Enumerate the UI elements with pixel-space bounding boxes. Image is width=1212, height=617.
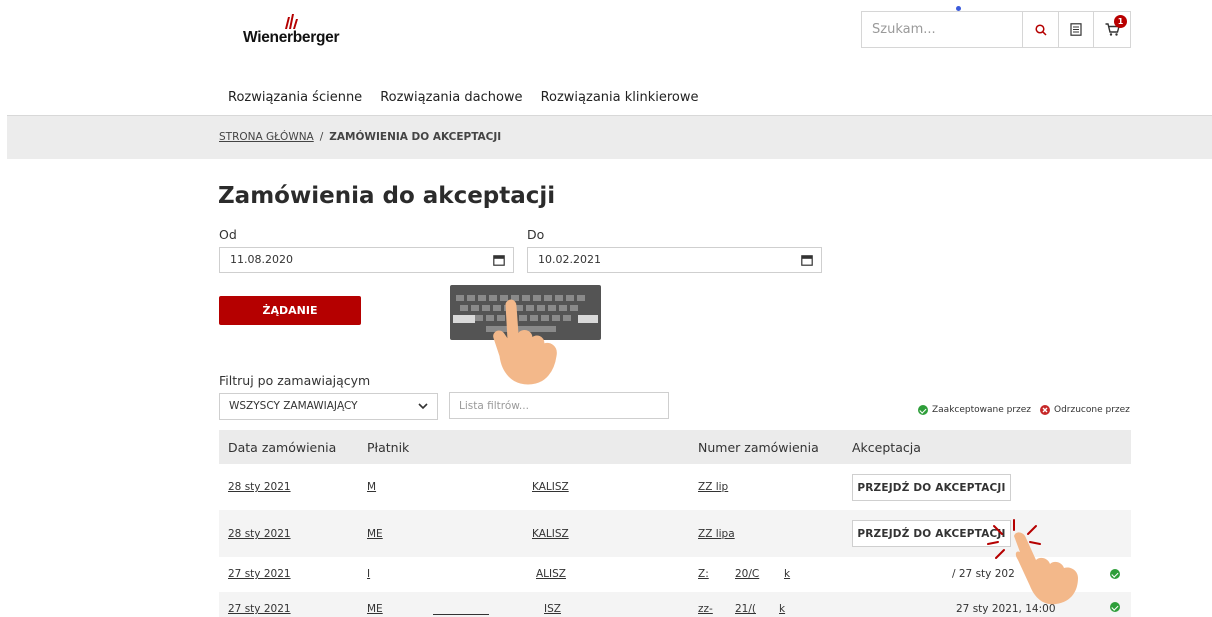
nav-item-clinker-solutions[interactable]: Rozwiązania klinkierowe [541,90,699,105]
table-row: 27 sty 2021 I ALISZ Z: 20/C k / 27 sty 2… [219,557,1131,592]
check-circle-icon [918,405,928,415]
orderer-filter-value: WSZYSCY ZAMAWIAJĄCY [229,400,358,412]
table-row: 27 sty 2021 ME ISZ zz- 21/( k 27 sty 202… [219,592,1131,617]
search-input[interactable] [862,12,1022,47]
payer-link-end[interactable]: KALISZ [532,528,569,540]
logo-text: Wienerberger [243,29,340,46]
order-date-link[interactable]: 28 sty 2021 [228,528,291,540]
order-number-link[interactable]: ZZ lip [698,481,728,493]
breadcrumb-current: ZAMÓWIENIA DO AKCEPTACJI [329,131,502,143]
order-list-button[interactable] [1059,12,1094,47]
payer-link[interactable]: ME [367,528,383,540]
x-circle-icon [1040,405,1050,415]
list-icon [1070,23,1082,36]
tap-hand-icon [1014,532,1078,605]
table-header: Data zamówienia Płatnik Numer zamówienia… [219,430,1131,464]
header-search: 1 [861,11,1131,48]
search-button[interactable] [1022,12,1059,47]
payer-link-end[interactable]: KALISZ [532,481,569,493]
legend-accepted-label: Zaakceptowane przez [932,405,1032,415]
calendar-icon[interactable] [801,254,813,266]
tap-hand-icon [493,299,557,385]
breadcrumb-home-link[interactable]: STRONA GŁÓWNA [219,131,314,143]
order-number-link[interactable]: 21/( [735,603,756,615]
order-number-link[interactable]: 20/C [735,568,759,580]
payer-link[interactable]: I [367,568,370,580]
to-date-value: 10.02.2021 [538,253,601,266]
from-date-field[interactable]: 11.08.2020 [219,247,514,273]
orderer-filter-select[interactable]: WSZYSCY ZAMAWIAJĄCY [219,393,438,420]
wienerberger-logo[interactable]: Wienerberger [243,12,353,48]
nav-item-roof-solutions[interactable]: Rozwiązania dachowe [380,90,522,105]
order-number-link[interactable]: k [784,568,790,580]
payer-link-end[interactable]: ALISZ [536,568,566,580]
calendar-icon[interactable] [493,254,505,266]
payer-link[interactable]: ME [367,603,383,615]
payer-link-end[interactable]: ISZ [544,603,561,615]
column-header-payer[interactable]: Płatnik [367,440,409,455]
chevron-down-icon [418,403,428,410]
order-date-link[interactable]: 27 sty 2021 [228,603,291,615]
filter-label: Filtruj po zamawiającym [219,373,371,388]
order-date-link[interactable]: 27 sty 2021 [228,568,291,580]
search-icon [1034,23,1047,36]
order-number-link[interactable]: zz- [698,603,713,615]
filter-list-input[interactable] [449,392,669,419]
acceptance-info: / 27 sty 202 [952,568,1015,580]
column-header-order-date[interactable]: Data zamówienia [228,440,336,455]
accepted-check-icon [1110,569,1120,579]
go-to-acceptance-button[interactable]: PRZEJDŹ DO AKCEPTACJI [852,474,1011,501]
to-date-field[interactable]: 10.02.2021 [527,247,822,273]
to-date-label: Do [527,227,545,242]
main-navigation: Rozwiązania ścienne Rozwiązania dachowe … [228,90,699,105]
breadcrumb-separator: / [319,131,324,143]
from-date-label: Od [219,227,237,242]
order-date-link[interactable]: 28 sty 2021 [228,481,291,493]
legend-rejected-label: Odrzucone przez [1054,405,1130,415]
order-number-link[interactable]: k [779,603,785,615]
legend-accepted: Zaakceptowane przez [918,405,1031,415]
breadcrumb-bar: STRONA GŁÓWNA / ZAMÓWIENIA DO AKCEPTACJI [7,115,1212,159]
accepted-check-icon [1110,602,1120,612]
column-header-order-number[interactable]: Numer zamówienia [698,440,819,455]
page-title: Zamówienia do akceptacji [218,183,556,209]
table-row: 28 sty 2021 M KALISZ ZZ lip PRZEJDŹ DO A… [219,464,1131,510]
payer-link[interactable]: M [367,481,376,493]
from-date-value: 11.08.2020 [230,253,293,266]
order-number-link[interactable]: Z: [698,568,709,580]
request-button[interactable]: ŻĄDANIE [219,296,361,325]
column-header-acceptance[interactable]: Akceptacja [852,440,921,455]
breadcrumb: STRONA GŁÓWNA / ZAMÓWIENIA DO AKCEPTACJI [219,131,501,143]
nav-item-wall-solutions[interactable]: Rozwiązania ścienne [228,90,362,105]
cart-button[interactable]: 1 [1094,12,1131,47]
underline-fragment [433,614,489,615]
logo-mark-icon [285,14,298,29]
order-number-link[interactable]: ZZ lipa [698,528,735,540]
cart-count-badge: 1 [1114,15,1127,28]
legend-rejected: Odrzucone przez [1040,405,1130,415]
